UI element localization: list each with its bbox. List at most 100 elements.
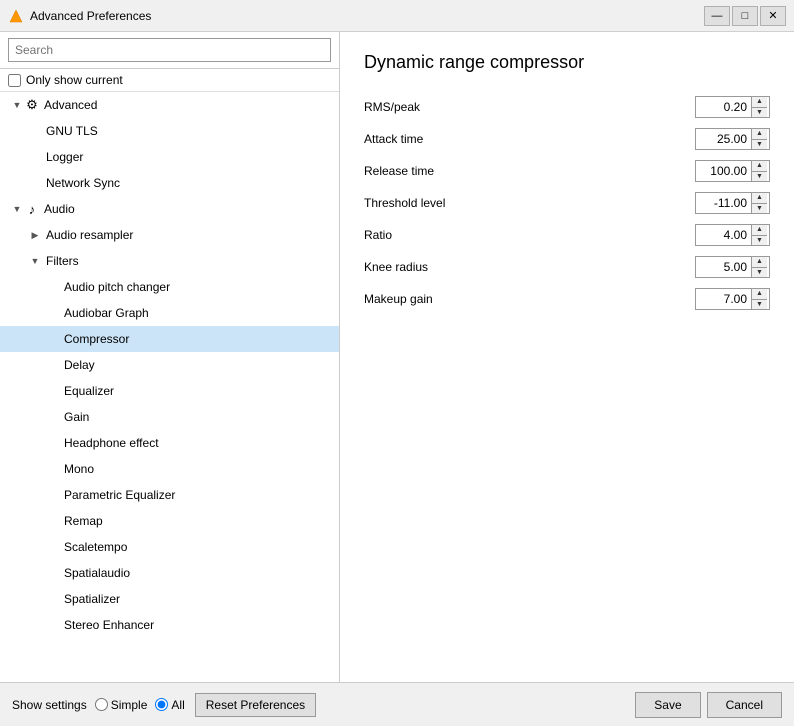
tree-toggle-headphone-effect [46,436,60,450]
tree-item-gain[interactable]: Gain [0,404,339,430]
spin-up-release-time[interactable]: ▲ [752,161,767,171]
tree-item-network-sync[interactable]: Network Sync [0,170,339,196]
only-show-current-label: Only show current [26,73,123,87]
spin-down-attack-time[interactable]: ▼ [752,139,767,150]
tree-item-scaletempo[interactable]: Scaletempo [0,534,339,560]
window-controls: — □ ✕ [704,6,786,26]
radio-all-option[interactable]: All [155,698,184,712]
content-area: Only show current ▼⚙AdvancedGNU TLSLogge… [0,32,794,682]
tree-item-compressor[interactable]: Compressor [0,326,339,352]
tree-toggle-equalizer [46,384,60,398]
tree-item-spatialaudio[interactable]: Spatialaudio [0,560,339,586]
panel-title: Dynamic range compressor [364,52,770,73]
spin-up-rms-peak[interactable]: ▲ [752,97,767,107]
spin-input-threshold-level: ▲▼ [695,192,770,214]
tree-item-filters[interactable]: ▼Filters [0,248,339,274]
tree-item-label-remap: Remap [64,514,103,528]
reset-preferences-button[interactable]: Reset Preferences [195,693,316,717]
form-label-ratio: Ratio [364,228,695,242]
tree-toggle-spatializer [46,592,60,606]
tree-item-parametric-equalizer[interactable]: Parametric Equalizer [0,482,339,508]
tree-toggle-network-sync [28,176,42,190]
spin-buttons-ratio: ▲▼ [751,225,767,245]
spin-buttons-threshold-level: ▲▼ [751,193,767,213]
tree-item-advanced[interactable]: ▼⚙Advanced [0,92,339,118]
form-label-threshold-level: Threshold level [364,196,695,210]
tree-item-label-network-sync: Network Sync [46,176,120,190]
spin-buttons-release-time: ▲▼ [751,161,767,181]
spin-down-knee-radius[interactable]: ▼ [752,267,767,278]
spin-value-threshold-level[interactable] [696,193,751,213]
tree-item-label-stereo-enhancer: Stereo Enhancer [64,618,154,632]
form-label-makeup-gain: Makeup gain [364,292,695,306]
spin-buttons-attack-time: ▲▼ [751,129,767,149]
spin-value-knee-radius[interactable] [696,257,751,277]
tree-item-label-audio: Audio [44,202,75,216]
bottom-bar: Show settings Simple All Reset Preferenc… [0,682,794,726]
spin-value-attack-time[interactable] [696,129,751,149]
tree-toggle-audiobar-graph [46,306,60,320]
tree-item-label-spatializer: Spatializer [64,592,120,606]
tree-item-spatializer[interactable]: Spatializer [0,586,339,612]
tree-toggle-audio-resampler[interactable]: ▶ [28,228,42,242]
form-label-knee-radius: Knee radius [364,260,695,274]
tree-item-delay[interactable]: Delay [0,352,339,378]
spin-up-makeup-gain[interactable]: ▲ [752,289,767,299]
search-input[interactable] [8,38,331,62]
tree-item-audiobar-graph[interactable]: Audiobar Graph [0,300,339,326]
tree-item-label-headphone-effect: Headphone effect [64,436,159,450]
radio-all-input[interactable] [155,698,168,711]
spin-up-ratio[interactable]: ▲ [752,225,767,235]
tree-toggle-parametric-equalizer [46,488,60,502]
tree-item-label-spatialaudio: Spatialaudio [64,566,130,580]
spin-down-threshold-level[interactable]: ▼ [752,203,767,214]
spin-down-makeup-gain[interactable]: ▼ [752,299,767,310]
spin-down-release-time[interactable]: ▼ [752,171,767,182]
form-row-rms-peak: RMS/peak▲▼ [364,93,770,121]
form-row-release-time: Release time▲▼ [364,157,770,185]
tree-toggle-spatialaudio [46,566,60,580]
close-button[interactable]: ✕ [760,6,786,26]
tree-item-audio-pitch-changer[interactable]: Audio pitch changer [0,274,339,300]
spin-down-ratio[interactable]: ▼ [752,235,767,246]
tree-item-label-audio-pitch-changer: Audio pitch changer [64,280,170,294]
maximize-button[interactable]: □ [732,6,758,26]
save-button[interactable]: Save [635,692,700,718]
radio-simple-label: Simple [111,698,148,712]
tree-item-mono[interactable]: Mono [0,456,339,482]
spin-value-rms-peak[interactable] [696,97,751,117]
spin-value-ratio[interactable] [696,225,751,245]
radio-simple-option[interactable]: Simple [95,698,148,712]
tree-toggle-filters[interactable]: ▼ [28,254,42,268]
tree-toggle-mono [46,462,60,476]
tree-item-label-mono: Mono [64,462,94,476]
spin-down-rms-peak[interactable]: ▼ [752,107,767,118]
tree-item-remap[interactable]: Remap [0,508,339,534]
spin-up-attack-time[interactable]: ▲ [752,129,767,139]
spin-input-ratio: ▲▼ [695,224,770,246]
tree-item-stereo-enhancer[interactable]: Stereo Enhancer [0,612,339,638]
tree-toggle-stereo-enhancer [46,618,60,632]
tree-item-audio-resampler[interactable]: ▶Audio resampler [0,222,339,248]
tree-item-audio[interactable]: ▼♪Audio [0,196,339,222]
spin-value-release-time[interactable] [696,161,751,181]
tree-item-equalizer[interactable]: Equalizer [0,378,339,404]
app-icon [8,8,24,24]
tree-item-logger[interactable]: Logger [0,144,339,170]
tree-toggle-audio[interactable]: ▼ [10,202,24,216]
form-label-attack-time: Attack time [364,132,695,146]
spin-up-threshold-level[interactable]: ▲ [752,193,767,203]
tree-toggle-gnu-tls [28,124,42,138]
tree-item-gnu-tls[interactable]: GNU TLS [0,118,339,144]
spin-up-knee-radius[interactable]: ▲ [752,257,767,267]
spin-buttons-knee-radius: ▲▼ [751,257,767,277]
tree-toggle-advanced[interactable]: ▼ [10,98,24,112]
radio-group: Simple All [95,698,185,712]
tree-container: ▼⚙AdvancedGNU TLSLogger Network Sync ▼♪Aud… [0,92,339,682]
spin-value-makeup-gain[interactable] [696,289,751,309]
radio-simple-input[interactable] [95,698,108,711]
minimize-button[interactable]: — [704,6,730,26]
only-show-current-checkbox[interactable] [8,74,21,87]
cancel-button[interactable]: Cancel [707,692,782,718]
tree-item-headphone-effect[interactable]: Headphone effect [0,430,339,456]
